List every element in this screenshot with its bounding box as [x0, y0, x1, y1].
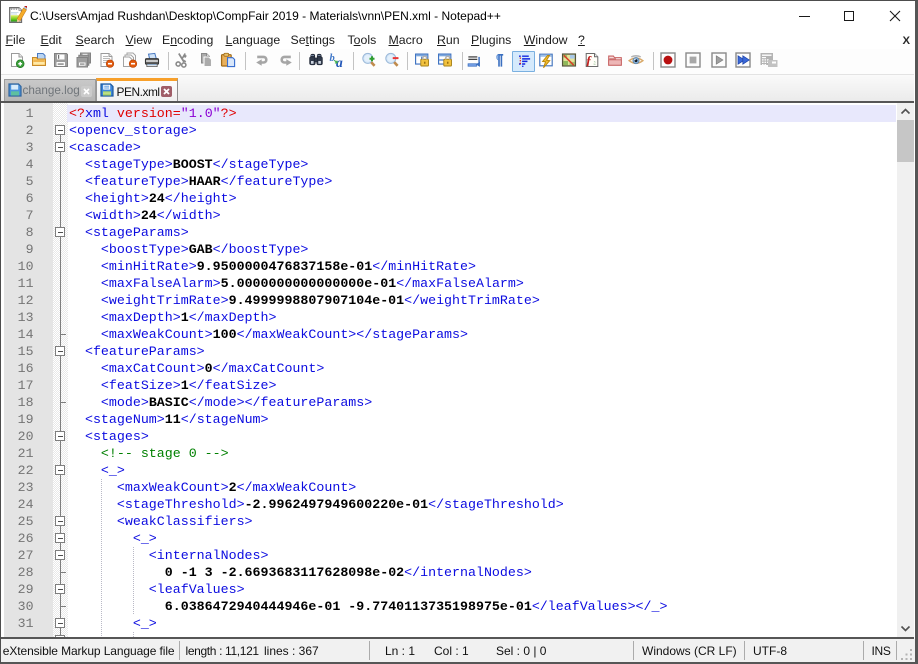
svg-text:ƒ: ƒ [586, 53, 593, 68]
svg-text:b: b [329, 53, 334, 64]
